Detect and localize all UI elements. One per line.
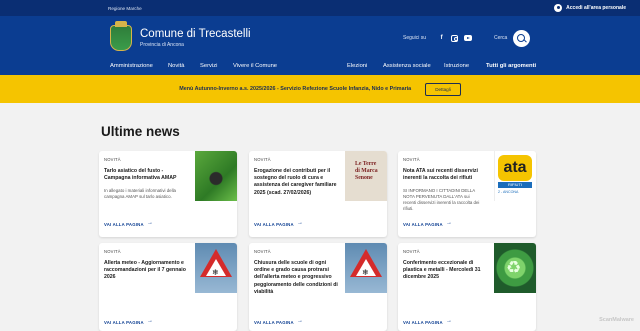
card-title[interactable]: Tarlo asiatico del fusto - Campagna infor… [104, 168, 176, 182]
instagram-icon[interactable] [451, 34, 459, 42]
search-icon[interactable] [513, 29, 531, 47]
card-title[interactable]: Allerta meteo - Aggiornamento e raccomand… [104, 260, 186, 282]
card-link[interactable]: VAI ALLA PAGINA [254, 222, 294, 227]
news-card[interactable]: NOVITÀ Allerta meteo - Aggiornamento e ra… [99, 243, 237, 331]
card-title[interactable]: Conferimento eccezionale di plastica e me… [403, 260, 481, 282]
news-card[interactable]: NOVITÀ Tarlo asiatico del fusto - Campagn… [99, 151, 237, 237]
municipality-crest-icon[interactable] [110, 21, 132, 51]
snow-warning-sign-image: ❄ [195, 243, 237, 293]
alert-banner: Menù Autunno-Inverno a.s. 2025/2026 - Se… [0, 75, 640, 103]
main-navigation: Amministrazione Novità Servizi Vivere il… [0, 60, 640, 75]
site-subtitle: Provincia di Ancona [140, 42, 184, 48]
search-label: Cerca [494, 35, 508, 41]
news-card[interactable]: NOVITÀ Erogazione dei contributi per il s… [249, 151, 387, 237]
arrow-right-icon[interactable]: → [297, 220, 303, 226]
youtube-icon[interactable] [464, 35, 473, 41]
card-category: NOVITÀ [254, 157, 271, 162]
arrow-right-icon[interactable]: → [446, 318, 452, 324]
nav-item-servizi[interactable]: Servizi [200, 63, 217, 69]
login-label: Accedi all'area personale [566, 5, 626, 11]
card-link[interactable]: VAI ALLA PAGINA [104, 320, 144, 325]
details-button[interactable]: Dettagli [425, 82, 461, 96]
login-button[interactable]: Accedi all'area personale [554, 4, 626, 12]
news-heading: Ultime news [101, 124, 180, 139]
social-links: Seguici su f [403, 16, 473, 60]
site-title[interactable]: Comune di Trecastelli [140, 28, 251, 40]
news-card[interactable]: NOVITÀ Nota ATA sui recenti disservizi in… [398, 151, 536, 237]
book-cover-image: Le Terre di Marca Senone [345, 151, 387, 201]
card-description: SI INFORMANO I CITTADINI DELLA NOTA PERVE… [403, 188, 480, 211]
card-link[interactable]: VAI ALLA PAGINA [254, 320, 294, 325]
arrow-right-icon[interactable]: → [297, 318, 303, 324]
card-category: NOVITÀ [403, 249, 420, 254]
nav-item-istruzione[interactable]: Istruzione [444, 63, 469, 69]
news-card[interactable]: NOVITÀ Chiusura delle scuole di ogni ordi… [249, 243, 387, 331]
nav-item-amministrazione[interactable]: Amministrazione [110, 63, 153, 69]
alert-message: Menù Autunno-Inverno a.s. 2025/2026 - Se… [179, 86, 412, 92]
tarlo-insect-image [195, 151, 237, 201]
card-link[interactable]: VAI ALLA PAGINA [104, 222, 144, 227]
facebook-icon[interactable]: f [438, 35, 445, 42]
region-link[interactable]: Regione Marche [108, 6, 142, 11]
social-label: Seguici su [403, 35, 427, 41]
card-category: NOVITÀ [254, 249, 271, 254]
user-icon [554, 4, 563, 12]
nav-item-vivere-il-comune[interactable]: Vivere il Comune [233, 63, 277, 69]
card-title[interactable]: Erogazione dei contributi per il sostegno… [254, 168, 336, 197]
card-link[interactable]: VAI ALLA PAGINA [403, 320, 443, 325]
card-title[interactable]: Chiusura delle scuole di ogni ordine e gr… [254, 260, 338, 296]
watermark-text: ScanMalware [599, 317, 634, 323]
site-header: Comune di Trecastelli Provincia di Ancon… [0, 16, 640, 60]
arrow-right-icon[interactable]: → [147, 220, 153, 226]
nav-item-assistenza-sociale[interactable]: Assistenza sociale [383, 63, 431, 69]
card-category: NOVITÀ [104, 157, 121, 162]
snow-warning-sign-image: ❄ [345, 243, 387, 293]
nav-item-tutti-gli-argomenti[interactable]: Tutti gli argomenti [486, 63, 536, 69]
card-title[interactable]: Nota ATA sui recenti disservizi inerenti … [403, 168, 478, 182]
arrow-right-icon[interactable]: → [147, 318, 153, 324]
card-link[interactable]: VAI ALLA PAGINA [403, 222, 443, 227]
card-description: In allegato i materiali informativi dell… [104, 188, 176, 199]
search-area: Cerca [494, 16, 531, 60]
card-category: NOVITÀ [403, 157, 420, 162]
recycling-bin-image: ♻ [494, 243, 536, 293]
top-bar: Regione Marche Accedi all'area personale [0, 0, 640, 16]
card-category: NOVITÀ [104, 249, 121, 254]
nav-item-elezioni[interactable]: Elezioni [347, 63, 367, 69]
nav-item-novita[interactable]: Novità [168, 63, 184, 69]
news-card[interactable]: NOVITÀ Conferimento eccezionale di plasti… [398, 243, 536, 331]
arrow-right-icon[interactable]: → [446, 220, 452, 226]
ata-logo-image: ata RIFIUTI 2 - ANCONA [494, 151, 536, 201]
